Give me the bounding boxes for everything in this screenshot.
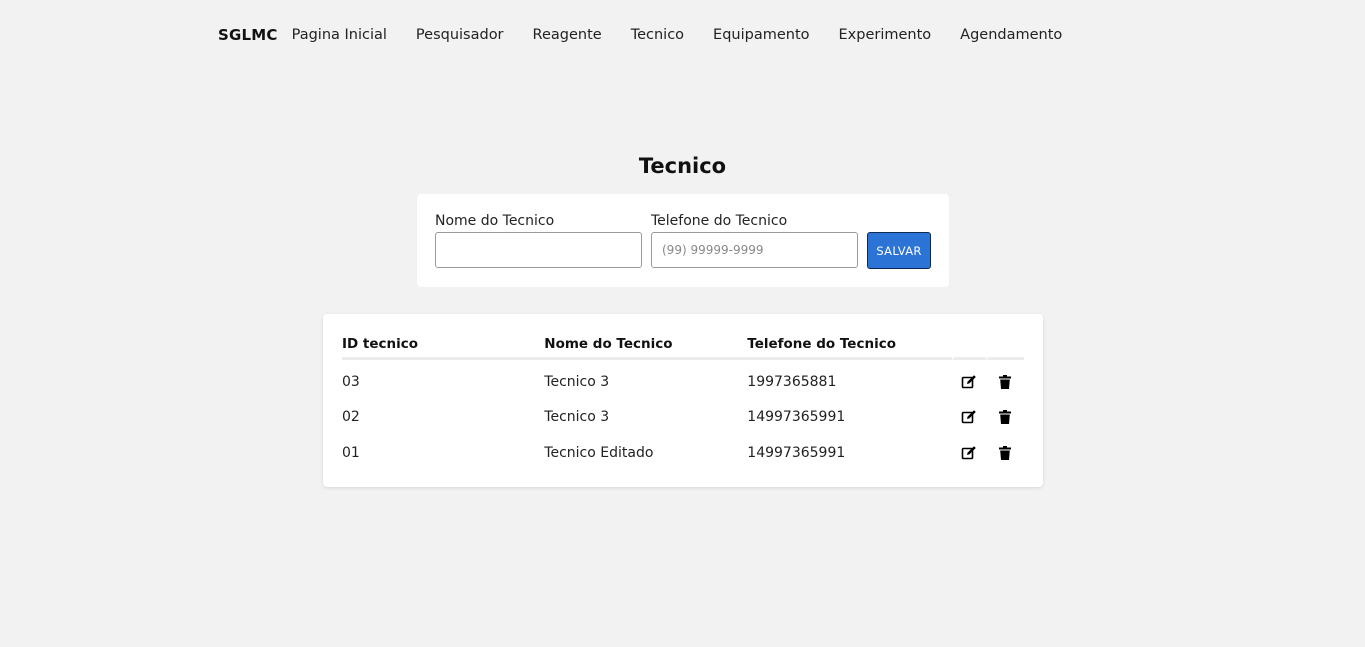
tecnico-form: Nome do Tecnico Telefone do Tecnico SALV… [417, 194, 949, 287]
cell-id: 01 [342, 444, 360, 461]
table-header-row: ID tecnico Nome do Tecnico Telefone do T… [342, 330, 1024, 360]
nav-link-agendamento[interactable]: Agendamento [960, 27, 1062, 43]
column-header-delete [986, 330, 1024, 360]
column-header-edit [951, 330, 987, 360]
cell-phone: 1997365881 [747, 373, 837, 390]
nav-link-reagente[interactable]: Reagente [533, 27, 602, 43]
cell-delete [986, 435, 1024, 471]
cell-id: 03 [342, 373, 360, 390]
edit-icon[interactable] [961, 374, 977, 390]
column-header-id: ID tecnico [342, 330, 545, 360]
nav-link-equipamento[interactable]: Equipamento [713, 27, 809, 43]
cell-edit [952, 400, 987, 436]
cell-edit [952, 435, 987, 471]
trash-icon[interactable] [997, 445, 1013, 461]
cell-id: 02 [342, 409, 360, 426]
nav-link-pesquisador[interactable]: Pesquisador [416, 27, 504, 43]
phone-field-label: Telefone do Tecnico [651, 213, 788, 229]
navbar: SGLMC Pagina Inicial Pesquisador Reagent… [218, 0, 1091, 70]
column-header-name: Nome do Tecnico [544, 330, 748, 360]
cell-name: Tecnico 3 [544, 373, 610, 390]
name-input[interactable] [435, 232, 642, 268]
cell-delete [986, 400, 1024, 436]
page-title: Tecnico [638, 154, 727, 178]
table-row: 02 Tecnico 3 14997365991 [342, 400, 1024, 436]
phone-field-group: Telefone do Tecnico [651, 213, 858, 268]
tecnico-table: ID tecnico Nome do Tecnico Telefone do T… [342, 330, 1024, 471]
cell-name: Tecnico 3 [544, 409, 610, 426]
trash-icon[interactable] [997, 409, 1013, 425]
nav-link-experimento[interactable]: Experimento [839, 27, 932, 43]
table-row: 01 Tecnico Editado 14997365991 [342, 435, 1024, 471]
cell-phone: 14997365991 [747, 444, 846, 461]
phone-input[interactable] [651, 232, 858, 268]
edit-icon[interactable] [961, 409, 977, 425]
name-field-label: Nome do Tecnico [435, 213, 555, 229]
name-field-group: Nome do Tecnico [435, 213, 642, 268]
cell-edit [952, 360, 987, 400]
table-row: 03 Tecnico 3 1997365881 [342, 360, 1024, 400]
brand-logo[interactable]: SGLMC [218, 26, 278, 44]
save-button[interactable]: SALVAR [867, 232, 931, 269]
column-header-phone: Telefone do Tecnico [747, 330, 952, 360]
trash-icon[interactable] [997, 374, 1013, 390]
nav-link-tecnico[interactable]: Tecnico [631, 27, 684, 43]
cell-name: Tecnico Editado [544, 444, 654, 461]
nav-link-pagina-inicial[interactable]: Pagina Inicial [292, 27, 387, 43]
edit-icon[interactable] [961, 445, 977, 461]
cell-delete [986, 360, 1024, 400]
tecnico-table-card: ID tecnico Nome do Tecnico Telefone do T… [323, 314, 1043, 487]
cell-phone: 14997365991 [747, 409, 846, 426]
